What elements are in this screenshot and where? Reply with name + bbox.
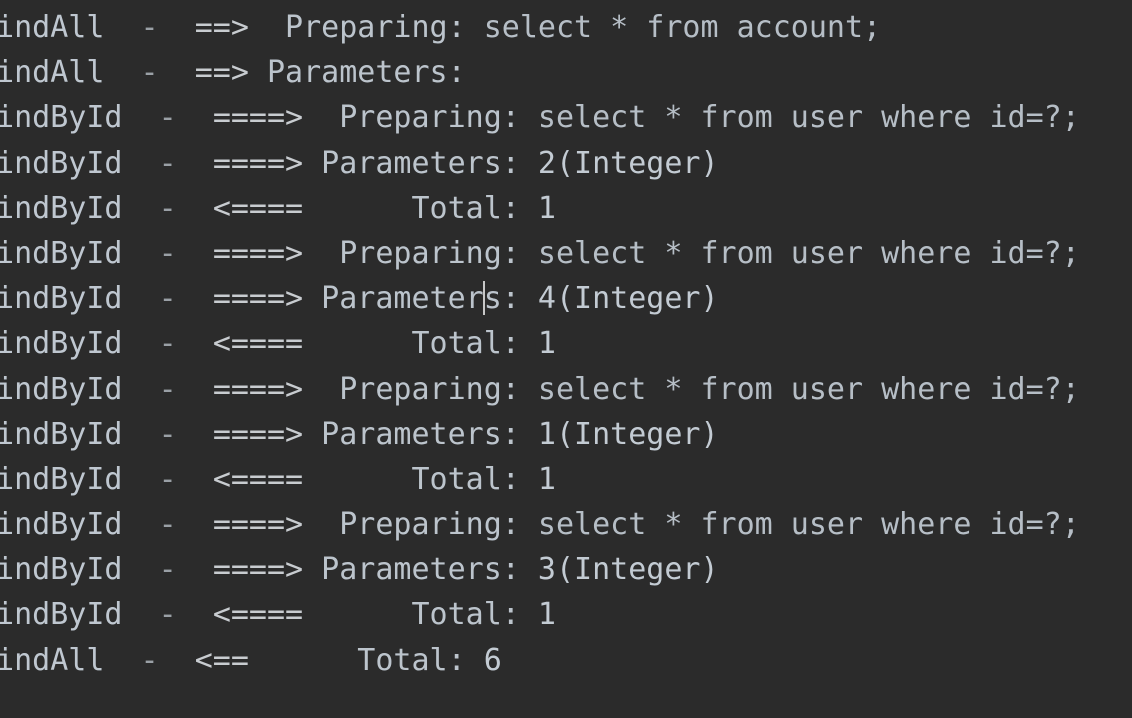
log-line-separator: - [104, 10, 195, 45]
log-line-separator: - [122, 597, 213, 633]
log-line-logger: findAll [0, 642, 105, 678]
log-line: findById - <==== Total: 1 [0, 457, 1132, 502]
log-line: findAll - <== Total: 6 [0, 638, 1132, 683]
log-line-logger: findAll [0, 10, 105, 45]
console-output-panel[interactable]: findAll - ==> Preparing: select * from a… [0, 0, 1132, 718]
log-line-label: Parameters: [303, 416, 520, 452]
log-line: findById - ====> Parameters: 3(Integer) [0, 547, 1132, 592]
log-line-sql: select * from user where id=?; [519, 235, 1080, 271]
log-line-sql: select * from account; [465, 10, 882, 45]
log-line-value: 1 [519, 190, 556, 226]
log-line-arrow: ====> [212, 507, 304, 543]
log-line-value: 1 [519, 461, 556, 497]
log-line-sql: select * from user where id=?; [519, 100, 1080, 136]
log-line-separator: - [122, 461, 213, 497]
log-line-arrow: ==> [194, 55, 249, 91]
log-line-arrow: ====> [212, 281, 304, 317]
log-line-list: findAll - ==> Preparing: select * from a… [0, 5, 1132, 683]
log-line-arrow: <==== [212, 190, 304, 226]
log-line-logger: findById [0, 552, 123, 588]
log-line-label: Parameters: [303, 145, 520, 181]
log-line-label: Preparing: [303, 507, 520, 543]
log-line: findById - ====> Preparing: select * fro… [0, 231, 1132, 276]
log-line-logger: findAll [0, 55, 105, 91]
log-line-separator: - [122, 552, 213, 588]
log-line-value: 6 [465, 642, 502, 678]
log-line-arrow: ====> [212, 552, 304, 588]
log-line-label: Total: [303, 461, 520, 497]
log-line-separator: - [122, 507, 213, 543]
log-line: findById - ====> Preparing: select * fro… [0, 367, 1132, 412]
log-line-arrow: <==== [212, 461, 304, 497]
log-line-logger: findById [0, 281, 123, 317]
log-line: findAll - ==> Preparing: select * from a… [0, 5, 1132, 50]
log-line-logger: findById [0, 507, 123, 543]
log-line-arrow: <== [194, 642, 249, 678]
log-line-logger: findById [0, 190, 123, 226]
log-line-value: 4(Integer) [519, 281, 719, 317]
log-line-separator: - [122, 100, 213, 136]
log-line-arrow: ====> [212, 371, 304, 407]
log-line-separator: - [122, 281, 213, 317]
log-line-separator: - [122, 326, 213, 362]
log-line-logger: findById [0, 235, 123, 271]
log-line-label: Total: [303, 326, 520, 362]
log-line-label: Preparing: [303, 100, 520, 136]
log-line-arrow: <==== [212, 597, 304, 633]
log-line-sql: select * from user where id=?; [519, 371, 1080, 407]
log-line-separator: - [122, 145, 213, 181]
log-line-value: 1 [519, 597, 556, 633]
log-line-arrow: ====> [212, 235, 304, 271]
log-line-separator: - [122, 190, 213, 226]
log-line-label: Preparing: [248, 10, 466, 45]
log-line: findById - <==== Total: 1 [0, 186, 1132, 231]
log-line: findById - ====> Preparing: select * fro… [0, 502, 1132, 547]
log-line: findById - ====> Parameters: 4(Integer) [0, 276, 1132, 321]
log-line-logger: findById [0, 100, 123, 136]
log-line-label: Total: [248, 642, 466, 678]
log-line-value: 1 [519, 326, 556, 362]
log-line-value: 3(Integer) [519, 552, 719, 588]
log-line-logger: findById [0, 416, 123, 452]
log-line-separator: - [122, 235, 213, 271]
log-line-logger: findById [0, 326, 123, 362]
log-line-label-before-caret: Parameter [303, 281, 484, 317]
log-line: findById - <==== Total: 1 [0, 592, 1132, 637]
log-line: findById - ====> Preparing: select * fro… [0, 95, 1132, 140]
log-line-label: Total: [303, 190, 520, 226]
log-line-separator: - [104, 642, 195, 678]
log-line: findById - ====> Parameters: 1(Integer) [0, 412, 1132, 457]
log-line-arrow: <==== [212, 326, 304, 362]
log-line-sql: select * from user where id=?; [519, 507, 1080, 543]
log-line-arrow: ==> [194, 10, 249, 45]
log-line-arrow: ====> [212, 100, 304, 136]
log-line: findById - <==== Total: 1 [0, 321, 1132, 366]
log-line-label: Parameters: [248, 55, 466, 91]
log-line-separator: - [104, 55, 195, 91]
log-line: findAll - ==> Parameters: [0, 50, 1132, 95]
log-line-separator: - [122, 416, 213, 452]
log-line-logger: findById [0, 597, 123, 633]
log-line: findById - ====> Parameters: 2(Integer) [0, 141, 1132, 186]
log-line-label: Parameters: [303, 552, 520, 588]
log-line-label: Preparing: [303, 371, 520, 407]
log-line-separator: - [122, 371, 213, 407]
log-line-logger: findById [0, 371, 123, 407]
log-line-value: 1(Integer) [519, 416, 719, 452]
log-line-logger: findById [0, 461, 123, 497]
log-line-label: Total: [303, 597, 520, 633]
log-line-label-after-caret: s: [483, 281, 520, 317]
log-line-arrow: ====> [212, 145, 304, 181]
log-line-logger: findById [0, 145, 123, 181]
log-line-value: 2(Integer) [519, 145, 719, 181]
log-line-label: Preparing: [303, 235, 520, 271]
log-line-arrow: ====> [212, 416, 304, 452]
